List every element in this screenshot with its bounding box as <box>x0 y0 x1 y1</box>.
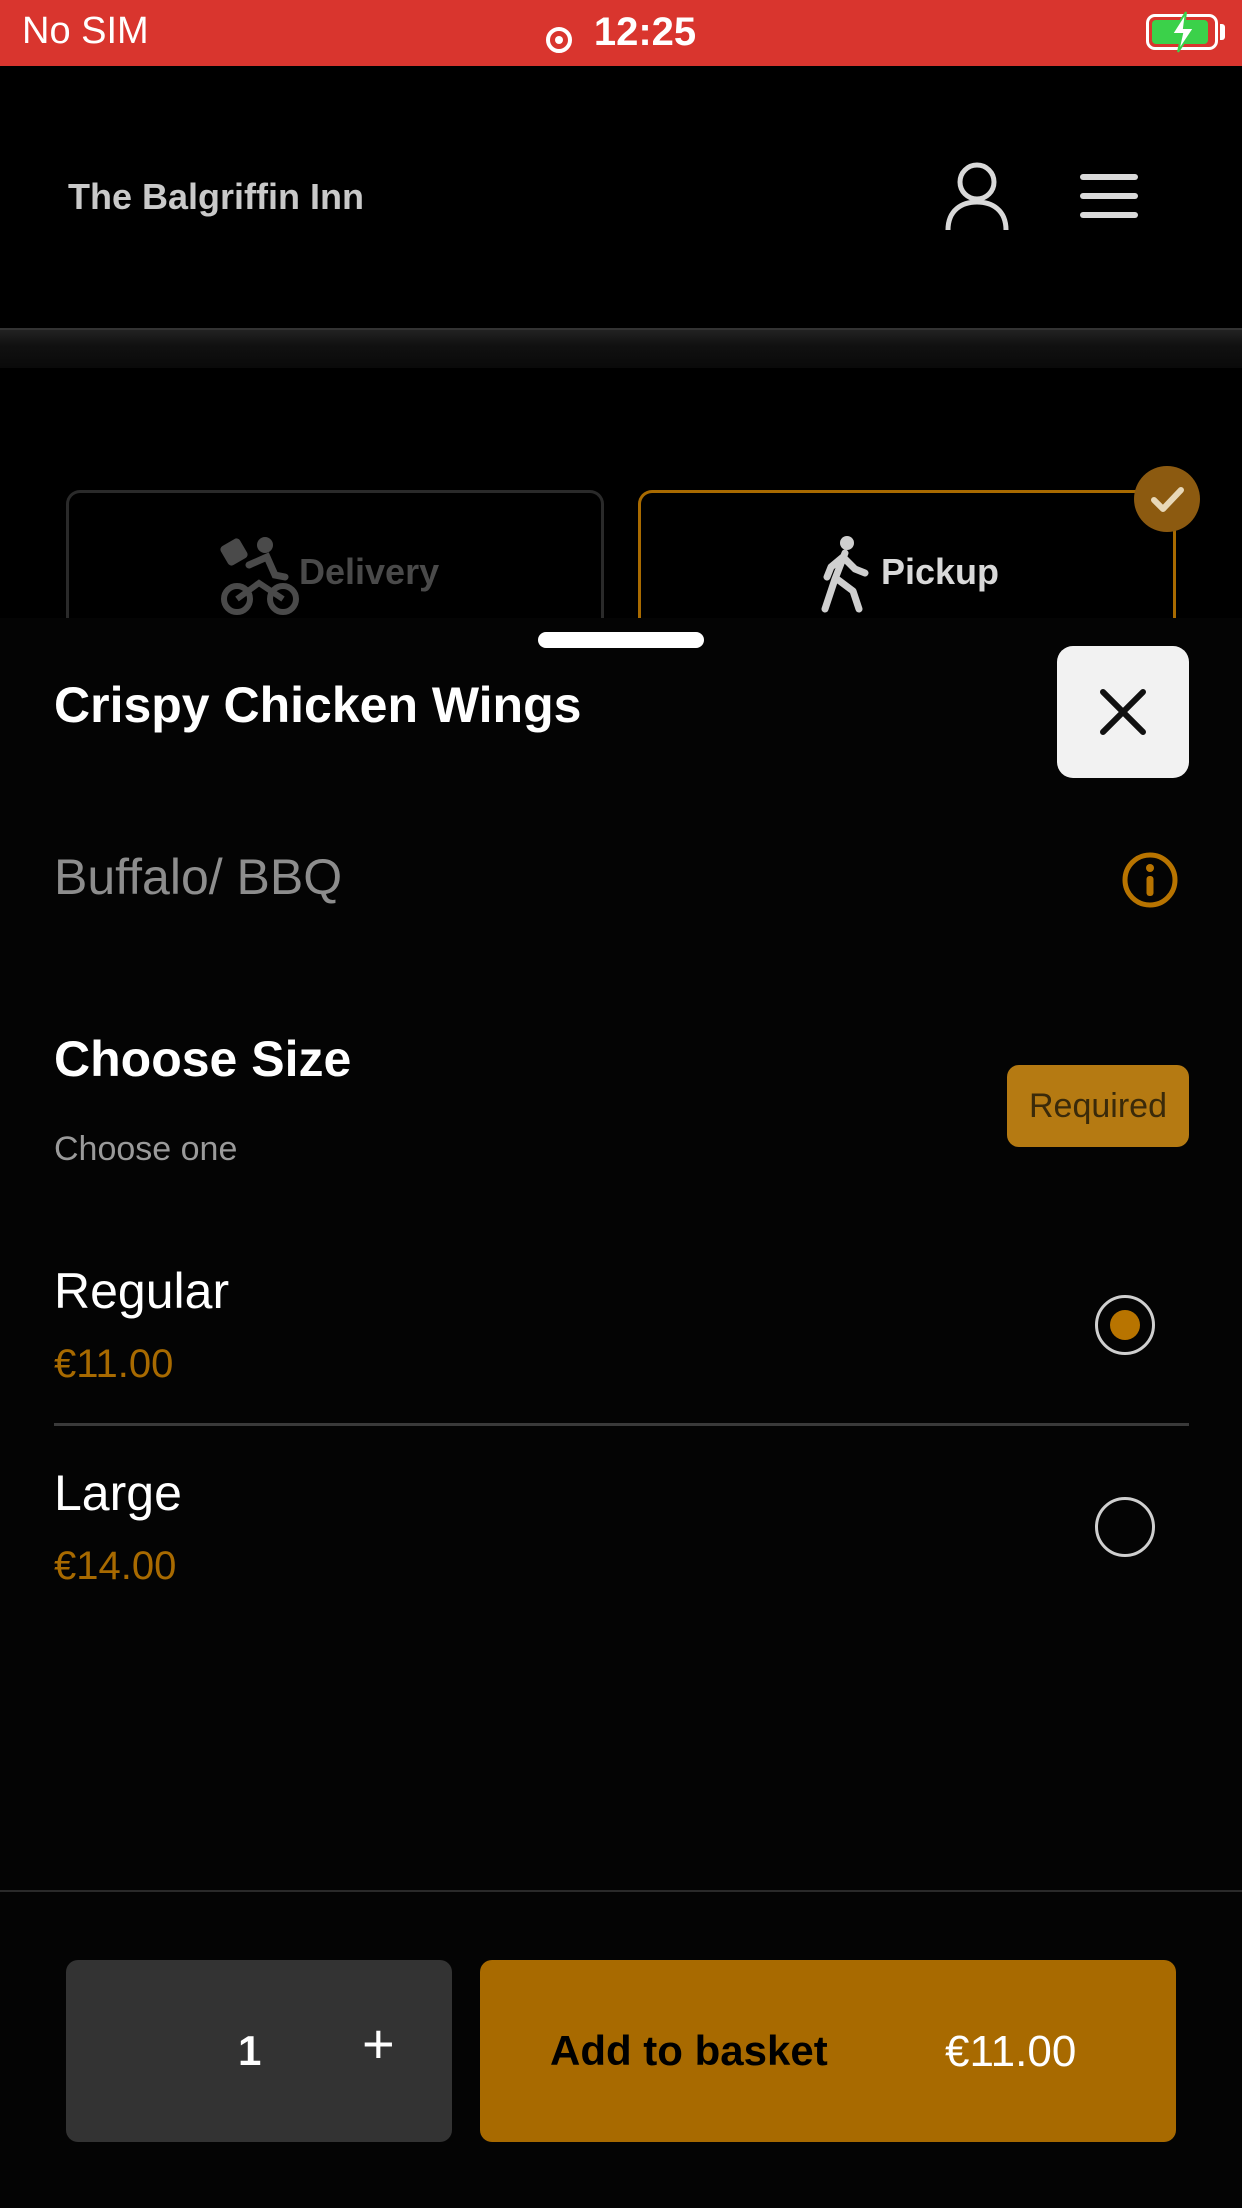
close-icon <box>1100 689 1146 735</box>
tab-pickup[interactable]: Pickup <box>638 490 1176 620</box>
option-regular-price: €11.00 <box>54 1342 174 1386</box>
cyclist-delivery-icon <box>220 537 299 615</box>
item-title: Crispy Chicken Wings <box>54 677 582 733</box>
footer-divider <box>0 1890 1242 1892</box>
hamburger-menu-icon[interactable] <box>1078 172 1140 220</box>
item-description: Buffalo/ BBQ <box>54 849 343 905</box>
option-regular-name[interactable]: Regular <box>54 1262 229 1320</box>
hero-banner-strip <box>0 328 1242 368</box>
battery-cap <box>1220 24 1225 40</box>
required-badge: Required <box>1007 1065 1189 1147</box>
charging-bolt-icon <box>1170 11 1196 53</box>
clock: 12:25 <box>0 10 1242 55</box>
option-regular-radio[interactable] <box>1095 1295 1155 1355</box>
quantity-plus-button[interactable]: + <box>362 2016 395 2072</box>
walking-person-icon <box>821 536 869 613</box>
close-button[interactable] <box>1057 646 1189 778</box>
option-large-radio[interactable] <box>1095 1497 1155 1557</box>
tab-delivery-label: Delivery <box>299 551 440 592</box>
option-large-name[interactable]: Large <box>54 1464 182 1522</box>
section-subtitle: Choose one <box>54 1130 238 1168</box>
add-to-basket-label: Add to basket <box>550 2027 828 2074</box>
screen-record-icon <box>546 27 572 53</box>
tab-pickup-label: Pickup <box>881 551 1000 592</box>
sheet-drag-handle[interactable] <box>538 632 704 648</box>
divider <box>54 1423 1189 1426</box>
restaurant-name[interactable]: The Balgriffin Inn <box>68 176 364 218</box>
tab-delivery[interactable]: Delivery <box>66 490 604 620</box>
section-title: Choose Size <box>54 1031 352 1087</box>
quantity-value: 1 <box>238 2027 262 2074</box>
selected-check-icon <box>1134 466 1200 532</box>
basket-total: €11.00 <box>945 2027 1077 2076</box>
info-icon[interactable] <box>1120 850 1180 910</box>
option-large-price: €14.00 <box>54 1544 177 1588</box>
person-icon[interactable] <box>944 160 1010 232</box>
